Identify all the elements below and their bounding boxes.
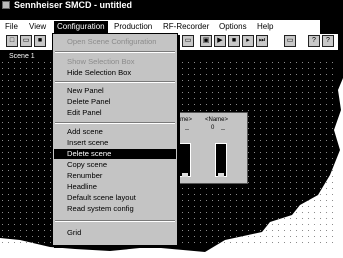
save-icon[interactable]: ■ bbox=[34, 35, 46, 47]
level-meter bbox=[179, 143, 191, 177]
new-file-icon[interactable]: □ bbox=[6, 35, 18, 47]
menu-separator bbox=[55, 122, 175, 124]
menu-item-headline[interactable]: Headline bbox=[54, 182, 176, 192]
menu-item-edit-panel[interactable]: Edit Panel bbox=[54, 108, 176, 118]
menu-help[interactable]: Help bbox=[254, 21, 276, 33]
channel-strip: <Name> 0 -- bbox=[205, 117, 235, 181]
configuration-menu: Open Scene Configuration Show Selection … bbox=[52, 33, 178, 246]
channel-value: -- bbox=[221, 127, 225, 133]
menu-separator bbox=[55, 220, 175, 222]
menu-item-read-system-config[interactable]: Read system config bbox=[54, 204, 176, 214]
menu-item-new-panel[interactable]: New Panel bbox=[54, 86, 176, 96]
menu-item-grid[interactable]: Grid bbox=[54, 228, 176, 238]
context-help-icon[interactable]: ? bbox=[322, 35, 334, 47]
app-icon bbox=[2, 1, 10, 9]
menu-item-open-scene-configuration[interactable]: Open Scene Configuration bbox=[54, 37, 176, 47]
menu-options[interactable]: Options bbox=[216, 21, 250, 33]
channel-value: -- bbox=[185, 127, 189, 133]
meter-button[interactable] bbox=[218, 173, 224, 177]
menu-file[interactable]: File bbox=[2, 21, 21, 33]
menu-production[interactable]: Production bbox=[111, 21, 155, 33]
menu-item-delete-panel[interactable]: Delete Panel bbox=[54, 97, 176, 107]
menu-item-hide-selection-box[interactable]: Hide Selection Box bbox=[54, 68, 176, 78]
channel-name: <Name> bbox=[205, 117, 229, 123]
open-folder-icon[interactable]: ▭ bbox=[20, 35, 32, 47]
channel-panel[interactable]: <Name> -- <Name> 0 -- bbox=[169, 112, 248, 184]
tab-scene-1[interactable]: Scene 1 bbox=[6, 52, 38, 61]
meter-button[interactable] bbox=[182, 173, 188, 177]
menu-rf-recorder[interactable]: RF-Recorder bbox=[160, 21, 212, 33]
menu-item-delete-scene[interactable]: Delete scene bbox=[54, 149, 176, 159]
skip-icon[interactable]: ⏭ bbox=[256, 35, 268, 47]
channel-number: 0 bbox=[211, 125, 215, 131]
stop-icon[interactable]: ■ bbox=[228, 35, 240, 47]
menu-separator bbox=[55, 51, 175, 53]
window-title: Sennheiser SMCD - untitled bbox=[14, 0, 133, 10]
forward-icon[interactable]: ▸ bbox=[242, 35, 254, 47]
monitor-icon[interactable]: ▭ bbox=[284, 35, 296, 47]
menu-item-insert-scene[interactable]: Insert scene bbox=[54, 138, 176, 148]
about-icon[interactable]: ? bbox=[308, 35, 320, 47]
menu-separator bbox=[55, 81, 175, 83]
menu-bar: File View Configuration Production RF-Re… bbox=[0, 21, 320, 33]
menu-item-show-selection-box[interactable]: Show Selection Box bbox=[54, 57, 176, 67]
menu-view[interactable]: View bbox=[26, 21, 49, 33]
screen-icon[interactable]: ▣ bbox=[200, 35, 212, 47]
title-bar: Sennheiser SMCD - untitled bbox=[0, 0, 343, 11]
menu-item-add-scene[interactable]: Add scene bbox=[54, 127, 176, 137]
menu-configuration[interactable]: Configuration bbox=[54, 21, 108, 33]
menu-item-renumber[interactable]: Renumber bbox=[54, 171, 176, 181]
level-meter bbox=[215, 143, 227, 177]
menu-item-copy-scene[interactable]: Copy scene bbox=[54, 160, 176, 170]
panel-icon[interactable]: ▭ bbox=[182, 35, 194, 47]
menu-item-default-scene-layout[interactable]: Default scene layout bbox=[54, 193, 176, 203]
play-icon[interactable]: ▶ bbox=[214, 35, 226, 47]
